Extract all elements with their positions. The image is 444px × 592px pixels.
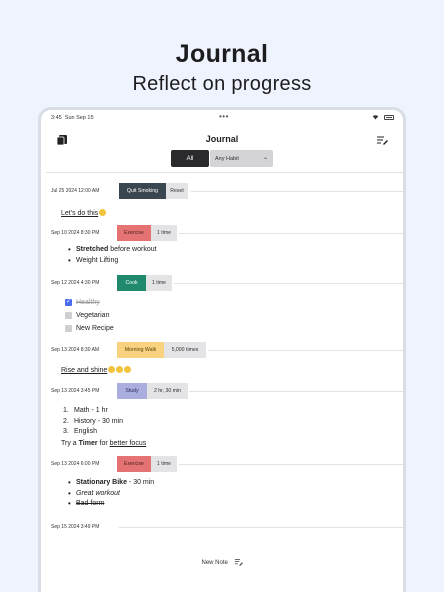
list-item: Bad form [68,499,154,510]
list-item: Stretched before workout [68,245,157,256]
checkbox-icon[interactable] [65,325,72,332]
count-badge: 1 time [151,225,177,241]
filter-bar: All Any Habit ⌄ [41,149,403,169]
hero-subtitle: Reflect on progress [132,73,312,95]
checklist-item[interactable]: ✓ Healthy [65,296,114,309]
emoji-icon [116,366,124,373]
emoji-icon [124,366,132,373]
checklist-item[interactable]: New Recipe [65,322,114,335]
entry-divider [208,350,403,351]
count-badge: 2 hr, 30 min [147,383,188,399]
entry-divider [179,464,403,465]
habit-tag[interactable]: Morning Walk [117,342,164,358]
new-note-button[interactable]: New Note [41,558,403,566]
list-item: Great workout [68,489,154,500]
habit-tag[interactable]: Quit Smoking [119,183,166,199]
checkbox-checked-icon[interactable]: ✓ [65,299,72,306]
habit-tag[interactable]: Exercise [117,225,151,241]
emoji-icon [99,209,107,216]
journal-entry-header: Sep 13 2024 3:45 PM Study 2 hr, 30 min [51,383,403,399]
filter-all-button[interactable]: All [171,150,209,167]
journal-entry-header: Jul 25 2024 12:00 AM Quit Smoking Reset [51,183,403,199]
count-badge: 1 time [146,275,172,291]
entry-divider [189,391,403,392]
link[interactable]: better focus [110,440,147,447]
emoji-icon [108,366,116,373]
habit-tag[interactable]: Study [117,383,147,399]
entry-note: Try a Timer for better focus [61,440,147,447]
entry-divider [191,191,403,192]
compose-icon[interactable] [376,133,388,145]
status-bar: 3:45 Sun Sep 15 ••• [41,112,403,124]
journal-entry-header: Sep 12 2024 4:30 PM Cook 1 time [51,275,403,291]
list-item: 3. English [63,428,97,435]
multitask-dots-icon[interactable]: ••• [219,112,229,121]
habit-select-value: Any Habit [215,155,239,162]
entry-date: Sep 15 2024 3:49 PM [51,524,100,530]
journal-entry-header: Sep 13 2024 6:00 PM Exercise 1 time [51,456,403,472]
checklist-item[interactable]: Vegetarian [65,309,114,322]
entry-date: Sep 13 2024 6:00 PM [51,461,100,467]
count-badge: 5,000 times [164,342,206,358]
entry-date: Sep 12 2024 4:30 PM [51,280,100,286]
habit-tag[interactable]: Cook [117,275,146,291]
checklist: ✓ Healthy Vegetarian New Recipe [65,296,114,335]
journal-entry-header: Sep 13 2024 8:30 AM Morning Walk 5,000 t… [51,342,403,358]
entry-note: Let's do this [61,208,107,219]
chevron-down-icon: ⌄ [262,155,268,161]
habit-tag[interactable]: Exercise [117,456,151,472]
bullet-list: Stretched before workout Weight Lifting [68,245,157,267]
entry-date: Sep 13 2024 3:45 PM [51,388,100,394]
entry-date: Sep 13 2024 8:30 AM [51,347,100,353]
battery-icon [384,115,394,120]
reset-button[interactable]: Reset [166,183,188,199]
list-item: Weight Lifting [68,256,157,267]
journal-entry-header: Sep 15 2024 3:49 PM [51,519,403,535]
page-title: Journal [205,134,239,144]
tablet-screen: 3:45 Sun Sep 15 ••• Journal All Any Habi… [38,107,406,592]
entry-date: Jul 25 2024 12:00 AM [51,188,100,194]
list-item: Stationary Bike - 30 min [68,478,154,489]
habit-select[interactable]: Any Habit ⌄ [210,150,273,167]
hero-title: Journal [175,40,269,68]
wifi-icon [372,114,379,122]
entry-note: Rise and shine [61,365,132,376]
new-note-icon [234,558,243,566]
bullet-list: Stationary Bike - 30 min Great workout B… [68,478,154,510]
list-item: 2. History - 30 min [63,417,124,425]
list-item: 1. Math - 1 hr [63,407,108,414]
checkbox-icon[interactable] [65,312,72,319]
entry-divider [179,233,403,234]
entry-divider [174,283,403,284]
status-time: 3:45 Sun Sep 15 [51,115,94,121]
numbered-list: 1. Math - 1 hr 2. History - 30 min 3. Engli… [63,406,123,438]
journal-entry-header: Sep 10 2024 8:30 PM Exercise 1 time [51,225,403,241]
divider [46,172,403,173]
count-badge: 1 time [151,456,177,472]
entry-divider [119,527,403,528]
entry-date: Sep 10 2024 8:30 PM [51,230,100,236]
